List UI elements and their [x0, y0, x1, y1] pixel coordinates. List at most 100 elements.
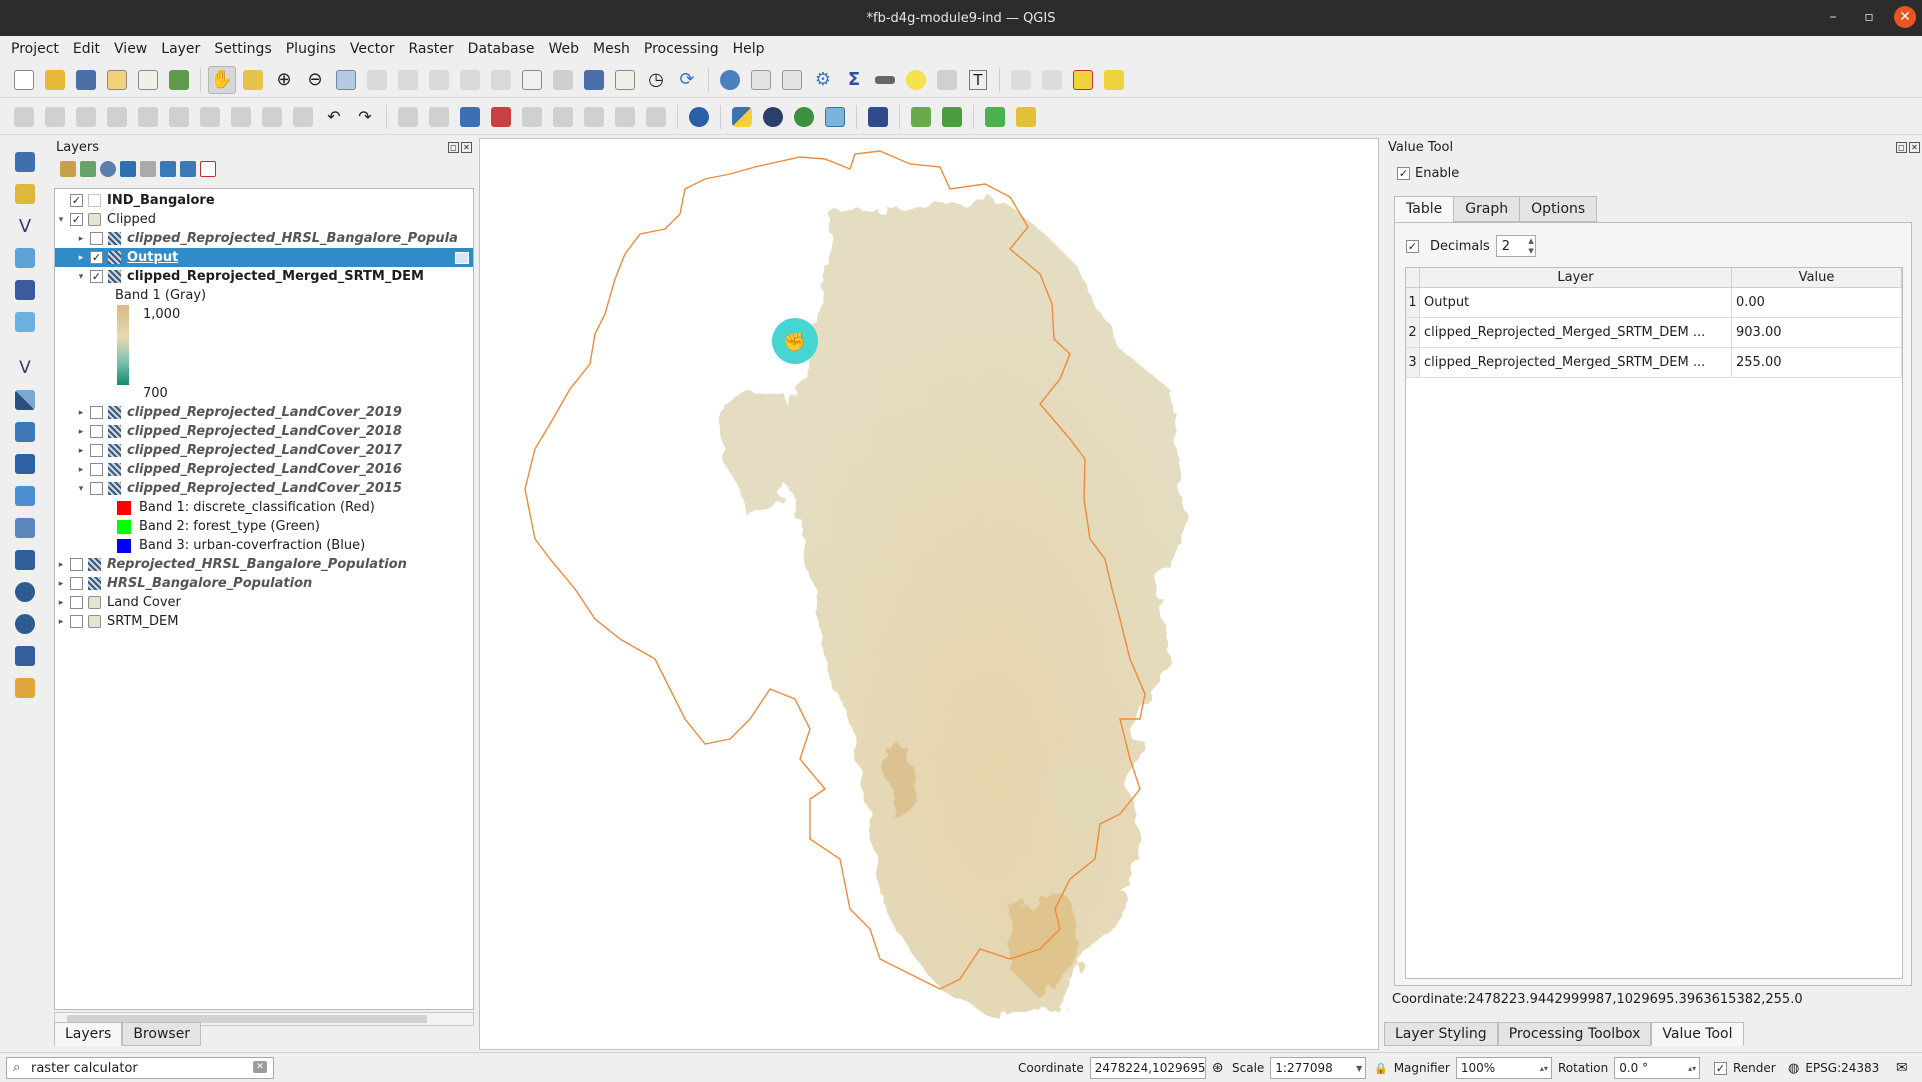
new-3d-view-icon[interactable]	[549, 66, 577, 94]
style-manager-icon[interactable]	[165, 66, 193, 94]
tab-processing-toolbox[interactable]: Processing Toolbox	[1497, 1022, 1652, 1046]
zoom-in-icon[interactable]: ⊕	[270, 66, 298, 94]
georeferencer-icon[interactable]	[685, 103, 713, 131]
close-panel-icon[interactable]: ✕	[461, 141, 472, 153]
decimals-checkbox[interactable]: ✓	[1406, 239, 1419, 253]
diagram-tool-icon[interactable]	[425, 103, 453, 131]
add-delimited-text-icon[interactable]	[9, 244, 41, 272]
move-label-icon[interactable]	[580, 103, 608, 131]
clear-search-icon[interactable]: ✕	[253, 1061, 267, 1073]
add-raster-icon[interactable]	[9, 386, 41, 414]
copy-features-icon[interactable]	[258, 103, 286, 131]
layer-landcover-2017[interactable]: ▸ clipped_Reprojected_LandCover_2017	[55, 441, 473, 460]
float-panel-icon[interactable]: ◻	[448, 141, 459, 153]
layer-landcover-2016[interactable]: ▸ clipped_Reprojected_LandCover_2016	[55, 460, 473, 479]
collapse-arrow-icon[interactable]: ▾	[55, 215, 67, 225]
processing-toolbox-icon[interactable]: ⚙	[809, 66, 837, 94]
pan-to-selection-icon[interactable]	[239, 66, 267, 94]
add-virtual-layer-icon[interactable]	[9, 308, 41, 336]
layer-checkbox[interactable]	[90, 232, 103, 245]
expand-arrow-icon[interactable]: ▸	[75, 446, 87, 456]
enable-checkbox-row[interactable]: ✓ Enable	[1394, 166, 1459, 181]
new-project-icon[interactable]	[10, 66, 38, 94]
cut-features-icon[interactable]	[227, 103, 255, 131]
table-row[interactable]: 1 Output 0.00	[1406, 288, 1902, 318]
layer-checkbox[interactable]: ✓	[70, 213, 83, 226]
label-tool-icon[interactable]	[394, 103, 422, 131]
new-map-view-icon[interactable]	[518, 66, 546, 94]
measure-icon[interactable]	[871, 66, 899, 94]
layer-ind-bangalore[interactable]: ✓ IND_Bangalore	[55, 191, 473, 210]
layer-checkbox[interactable]	[70, 558, 83, 571]
column-layer[interactable]: Layer	[1420, 268, 1732, 287]
layer-checkbox[interactable]	[90, 406, 103, 419]
select-features-icon[interactable]	[1007, 66, 1035, 94]
locator-search-input[interactable]: ⌕ raster calculator ✕	[6, 1057, 274, 1079]
zoom-out-icon[interactable]: ⊖	[301, 66, 329, 94]
collapse-arrow-icon[interactable]: ▾	[75, 484, 87, 494]
search-plugin-icon[interactable]	[981, 103, 1009, 131]
pan-map-icon[interactable]: ✋	[208, 65, 236, 94]
modify-attributes-icon[interactable]	[165, 103, 193, 131]
menu-raster[interactable]: Raster	[402, 41, 461, 57]
collapse-all-icon[interactable]	[180, 161, 196, 177]
zoom-layer-icon[interactable]	[394, 66, 422, 94]
text-annotation-icon[interactable]: T	[964, 66, 992, 94]
add-gps-icon[interactable]	[9, 450, 41, 478]
tab-layers[interactable]: Layers	[54, 1022, 123, 1046]
lock-icon[interactable]: 🔒	[1374, 1062, 1388, 1075]
paste-features-icon[interactable]	[289, 103, 317, 131]
float-panel-icon[interactable]: ◻	[1896, 141, 1907, 153]
attribute-table-icon[interactable]	[747, 66, 775, 94]
group-srtm-dem[interactable]: ▸ SRTM_DEM	[55, 612, 473, 631]
close-icon[interactable]: ✕	[1894, 6, 1916, 28]
tab-options[interactable]: Options	[1519, 196, 1598, 222]
field-calculator-icon[interactable]	[778, 66, 806, 94]
zoom-full-icon[interactable]	[332, 66, 360, 94]
bookmark-icon[interactable]	[580, 66, 608, 94]
menu-database[interactable]: Database	[461, 41, 542, 57]
filter-expression-icon[interactable]	[140, 161, 156, 177]
layer-checkbox[interactable]	[70, 596, 83, 609]
pin-labels-icon[interactable]	[518, 103, 546, 131]
group-clipped[interactable]: ▾ ✓ Clipped	[55, 210, 473, 229]
menu-mesh[interactable]: Mesh	[586, 41, 637, 57]
expand-arrow-icon[interactable]: ▸	[75, 465, 87, 475]
layer-indicator-icon[interactable]	[455, 251, 469, 264]
toggle-extents-icon[interactable]: ⊛	[1212, 1060, 1224, 1076]
info-plugin-icon[interactable]	[790, 103, 818, 131]
close-panel-icon[interactable]: ✕	[1909, 141, 1920, 153]
save-project-icon[interactable]	[72, 66, 100, 94]
decimals-spinbox[interactable]: 2 ▲ ▼	[1495, 235, 1536, 257]
add-layer-menu-icon[interactable]	[9, 674, 41, 702]
python-console-icon[interactable]	[728, 103, 756, 131]
delete-selected-icon[interactable]	[196, 103, 224, 131]
coordinate-field[interactable]: 2478224,1029695	[1089, 1057, 1206, 1079]
plugin-tool-icon[interactable]	[1012, 103, 1040, 131]
expand-arrow-icon[interactable]: ▸	[75, 234, 87, 244]
expand-arrow-icon[interactable]: ▸	[55, 598, 67, 608]
menu-project[interactable]: Project	[4, 41, 66, 57]
expand-arrow-icon[interactable]: ▸	[55, 617, 67, 627]
spinner-arrows-icon[interactable]: ▴▾	[1540, 1064, 1548, 1073]
tab-layer-styling[interactable]: Layer Styling	[1384, 1022, 1498, 1046]
layer-landcover-2018[interactable]: ▸ clipped_Reprojected_LandCover_2018	[55, 422, 473, 441]
layer-checkbox[interactable]	[90, 463, 103, 476]
help-icon[interactable]	[864, 103, 892, 131]
menu-plugins[interactable]: Plugins	[279, 41, 343, 57]
scale-combobox[interactable]: 1:277098 ▼	[1270, 1057, 1367, 1079]
minimize-icon[interactable]: –	[1822, 6, 1844, 28]
change-label-icon[interactable]	[642, 103, 670, 131]
temporal-controller-icon[interactable]: ◷	[642, 66, 670, 94]
layer-checkbox[interactable]	[90, 425, 103, 438]
unplaced-labels-icon[interactable]	[487, 103, 515, 131]
zoom-native-icon[interactable]	[425, 66, 453, 94]
layer-landcover-2019[interactable]: ▸ clipped_Reprojected_LandCover_2019	[55, 403, 473, 422]
add-vector-tile-icon[interactable]	[9, 642, 41, 670]
visibility-icon[interactable]	[100, 161, 116, 177]
layer-output[interactable]: ▸ ✓ Output	[55, 248, 473, 267]
show-hide-labels-icon[interactable]	[549, 103, 577, 131]
menu-settings[interactable]: Settings	[207, 41, 278, 57]
map-tips-icon[interactable]	[902, 66, 930, 94]
redo-icon[interactable]: ↷	[351, 103, 379, 131]
